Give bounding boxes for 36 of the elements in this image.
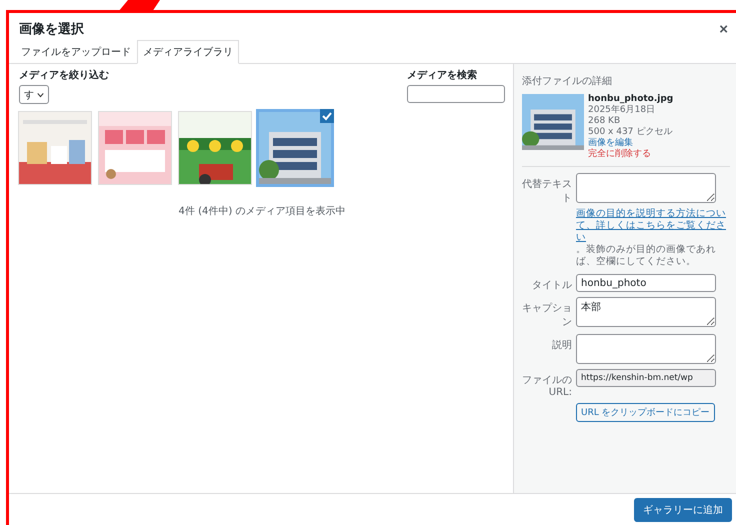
alt-text-hint: 画像の目的を説明する方法について、詳しくはこちらをご覧ください 。装飾のみが目的の画像であれば、空欄にしてください。 xyxy=(576,208,730,268)
filter-label: メディアを絞り込む xyxy=(19,68,109,82)
file-name: honbu_photo.jpg xyxy=(588,94,674,104)
media-count: 4件 (4件中) のメディア項目を表示中 xyxy=(178,204,346,218)
filter-dropdown[interactable]: す xyxy=(19,85,49,104)
field-label: 代替テキスト xyxy=(522,178,572,205)
media-thumbnail[interactable] xyxy=(259,112,331,184)
details-heading: 添付ファイルの詳細 xyxy=(522,74,613,88)
checkmark-icon[interactable] xyxy=(320,109,334,123)
add-to-gallery-button[interactable]: ギャラリーに追加 xyxy=(634,498,732,522)
field-label: キャプション xyxy=(522,302,572,329)
text-area[interactable]: 本部 xyxy=(576,297,716,327)
media-thumbnail[interactable] xyxy=(179,112,251,184)
close-button[interactable]: × xyxy=(717,20,730,38)
media-thumbnail[interactable] xyxy=(19,112,91,184)
image-dimensions: 500 x 437 ピクセル xyxy=(588,127,674,138)
field-label: ファイルの URL: xyxy=(522,374,572,398)
tab[interactable]: ファイルをアップロード xyxy=(15,40,137,64)
text-area[interactable] xyxy=(576,334,716,364)
edit-image-link[interactable]: 画像を編集 xyxy=(588,138,674,149)
media-thumbnail[interactable] xyxy=(99,112,171,184)
copy-url-button[interactable]: URL をクリップボードにコピー xyxy=(576,403,715,422)
url-field[interactable]: https://kenshin-bm.net/wp xyxy=(576,369,716,387)
alt-text-field[interactable] xyxy=(576,173,716,203)
field-label: 説明 xyxy=(551,338,572,353)
file-size: 268 KB xyxy=(588,116,622,127)
field-label: タイトル xyxy=(531,279,572,292)
dialog-title: 画像を選択 xyxy=(19,21,84,38)
help-link[interactable]: 画像の目的を説明する方法について、詳しくはこちらをご覧ください xyxy=(576,208,730,244)
title-field[interactable]: honbu_photo xyxy=(576,274,716,292)
delete-link[interactable]: 完全に削除する xyxy=(588,149,674,160)
tab[interactable]: メディアライブラリ xyxy=(137,40,239,64)
upload-date: 2025年6月18日 xyxy=(588,105,656,116)
caret-icon xyxy=(37,92,44,98)
search-field[interactable] xyxy=(407,85,505,103)
search-label: メディアを検索 xyxy=(407,68,478,82)
